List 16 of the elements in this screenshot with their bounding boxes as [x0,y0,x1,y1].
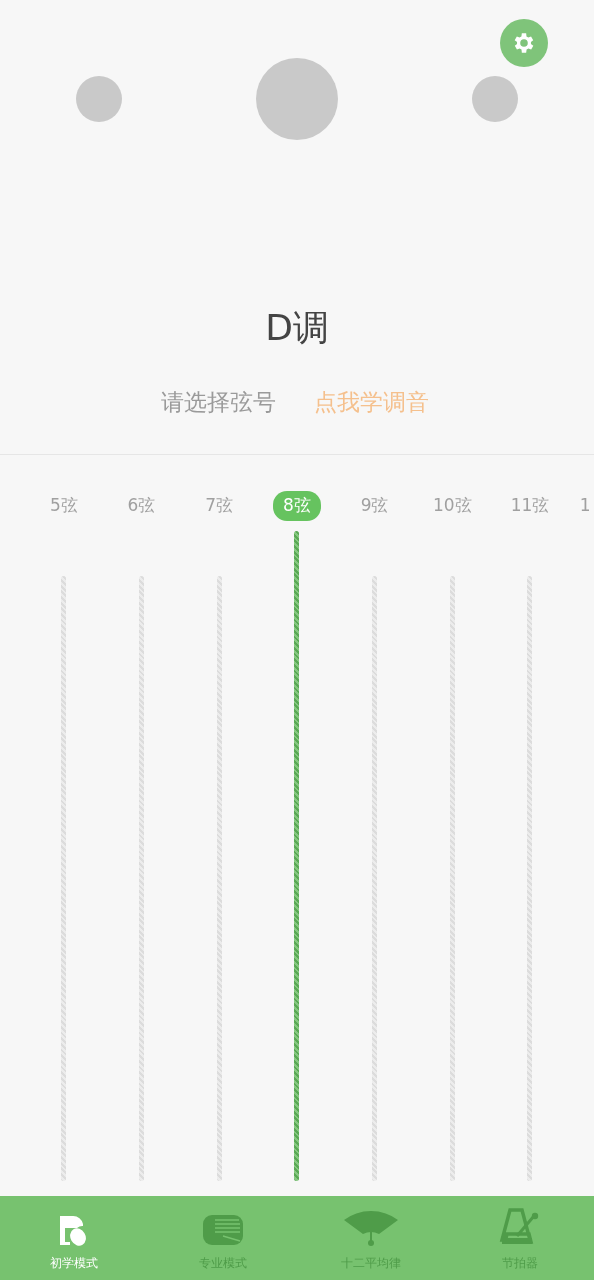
tuning-peg [472,76,518,122]
learn-tuning-link[interactable]: 点我学调音 [314,385,429,420]
key-title: D调 [265,310,329,346]
nav-tab[interactable]: 初学模式 [0,1196,149,1280]
string-tab[interactable]: 9弦 [350,491,399,521]
string-tab[interactable]: 8弦 [273,491,321,521]
string-tab[interactable]: 7弦 [195,491,244,521]
tuning-peg [76,76,122,122]
string-tab[interactable]: 5弦 [39,491,88,521]
card-icon [200,1212,245,1248]
string-tab[interactable]: 10弦 [422,491,482,521]
string-tab[interactable]: 6弦 [117,491,166,521]
settings-button[interactable] [500,19,548,67]
string-tab[interactable]: 11弦 [500,491,560,521]
string-tab[interactable]: 1 [579,491,594,521]
select-string-prompt: 请选择弦号 [161,388,276,417]
